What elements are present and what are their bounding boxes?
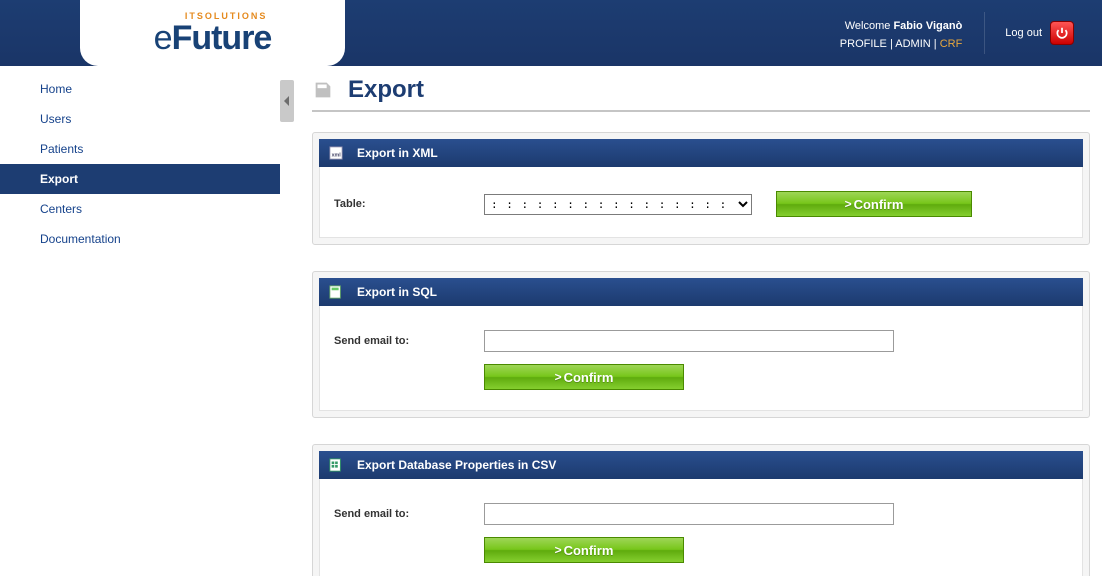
logo-brand-e: e bbox=[154, 19, 172, 57]
main-content: Export xml Export in XML Table: : : : : … bbox=[280, 66, 1102, 576]
field-label-email-sql: Send email to: bbox=[334, 335, 474, 347]
confirm-row-sql: >Confirm bbox=[484, 364, 1068, 390]
chevron-right-icon: > bbox=[555, 370, 562, 384]
page-title-row: Export bbox=[312, 76, 1090, 112]
power-icon[interactable] bbox=[1050, 21, 1074, 45]
confirm-csv-button[interactable]: >Confirm bbox=[484, 537, 684, 563]
app-header: ITSOLUTIONS eFuture Welcome Fabio Viganò… bbox=[0, 0, 1102, 66]
csv-icon bbox=[329, 457, 343, 473]
panel-body-csv: Send email to: >Confirm bbox=[319, 479, 1083, 576]
panel-header-xml: xml Export in XML bbox=[319, 139, 1083, 167]
export-page-icon bbox=[312, 79, 334, 101]
email-input-csv[interactable] bbox=[484, 503, 894, 525]
page-title: Export bbox=[348, 76, 424, 104]
confirm-xml-button[interactable]: >Confirm bbox=[776, 191, 972, 217]
svg-text:xml: xml bbox=[332, 153, 342, 159]
body-row: Home Users Patients Export Centers Docum… bbox=[0, 66, 1102, 576]
sidebar-list: Home Users Patients Export Centers Docum… bbox=[0, 74, 280, 254]
field-row-email-csv: Send email to: bbox=[334, 503, 1068, 525]
logo-brand-rest: Future bbox=[172, 19, 272, 57]
chevron-right-icon: > bbox=[845, 197, 852, 211]
panel-export-sql: Export in SQL Send email to: >Confirm bbox=[312, 271, 1090, 418]
xml-icon: xml bbox=[329, 145, 343, 161]
panel-title: Export in XML bbox=[357, 146, 438, 160]
panel-body-xml: Table: : : : : : : : : : : : : : : : : :… bbox=[319, 167, 1083, 238]
email-input-sql[interactable] bbox=[484, 330, 894, 352]
sidebar-item-patients[interactable]: Patients bbox=[0, 134, 280, 164]
sql-icon bbox=[329, 284, 343, 300]
logo-container: ITSOLUTIONS eFuture bbox=[80, 0, 345, 66]
panel-header-csv: Export Database Properties in CSV bbox=[319, 451, 1083, 479]
panel-body-sql: Send email to: >Confirm bbox=[319, 306, 1083, 411]
header-links: PROFILE | ADMIN | CRF bbox=[840, 36, 963, 54]
sidebar-item-home[interactable]: Home bbox=[0, 74, 280, 104]
panel-export-xml: xml Export in XML Table: : : : : : : : :… bbox=[312, 132, 1090, 245]
table-select[interactable]: : : : : : : : : : : : : : : : : : : : : … bbox=[484, 194, 752, 215]
field-row-email-sql: Send email to: bbox=[334, 330, 1068, 352]
crf-link[interactable]: CRF bbox=[940, 38, 963, 50]
sidebar-item-label: Documentation bbox=[40, 232, 121, 246]
power-icon-svg bbox=[1055, 26, 1069, 40]
confirm-label: Confirm bbox=[564, 543, 614, 558]
logo-brand: eFuture bbox=[154, 19, 272, 57]
sidebar-item-label: Users bbox=[40, 112, 71, 126]
logout-block: Log out bbox=[984, 12, 1074, 54]
sidebar-item-export[interactable]: Export bbox=[0, 164, 280, 194]
confirm-row-csv: >Confirm bbox=[484, 537, 1068, 563]
sidebar-item-documentation[interactable]: Documentation bbox=[0, 224, 280, 254]
welcome-text: Welcome Fabio Viganò bbox=[840, 18, 963, 36]
sidebar-item-users[interactable]: Users bbox=[0, 104, 280, 134]
profile-link[interactable]: PROFILE bbox=[840, 38, 887, 50]
field-row-table: Table: : : : : : : : : : : : : : : : : :… bbox=[334, 191, 1068, 217]
field-label-table: Table: bbox=[334, 198, 474, 210]
header-right: Welcome Fabio Viganò PROFILE | ADMIN | C… bbox=[840, 18, 1074, 54]
user-name: Fabio Viganò bbox=[893, 20, 962, 32]
sidebar-item-label: Home bbox=[40, 82, 72, 96]
sidebar-item-centers[interactable]: Centers bbox=[0, 194, 280, 224]
panel-header-sql: Export in SQL bbox=[319, 278, 1083, 306]
admin-link[interactable]: ADMIN bbox=[895, 38, 930, 50]
sidebar-item-label: Patients bbox=[40, 142, 83, 156]
confirm-label: Confirm bbox=[854, 197, 904, 212]
field-label-email-csv: Send email to: bbox=[334, 508, 474, 520]
panel-title: Export Database Properties in CSV bbox=[357, 458, 556, 472]
sidebar-item-label: Centers bbox=[40, 202, 82, 216]
chevron-right-icon: > bbox=[555, 543, 562, 557]
sidebar-item-label: Export bbox=[40, 172, 78, 186]
user-block: Welcome Fabio Viganò PROFILE | ADMIN | C… bbox=[840, 18, 963, 53]
confirm-sql-button[interactable]: >Confirm bbox=[484, 364, 684, 390]
panel-export-csv: Export Database Properties in CSV Send e… bbox=[312, 444, 1090, 576]
logo: ITSOLUTIONS eFuture bbox=[154, 12, 272, 55]
logout-label[interactable]: Log out bbox=[1005, 27, 1042, 39]
collapse-handle-icon[interactable] bbox=[280, 80, 294, 122]
sidebar: Home Users Patients Export Centers Docum… bbox=[0, 66, 280, 576]
welcome-prefix: Welcome bbox=[845, 20, 891, 32]
panel-title: Export in SQL bbox=[357, 285, 437, 299]
confirm-label: Confirm bbox=[564, 370, 614, 385]
